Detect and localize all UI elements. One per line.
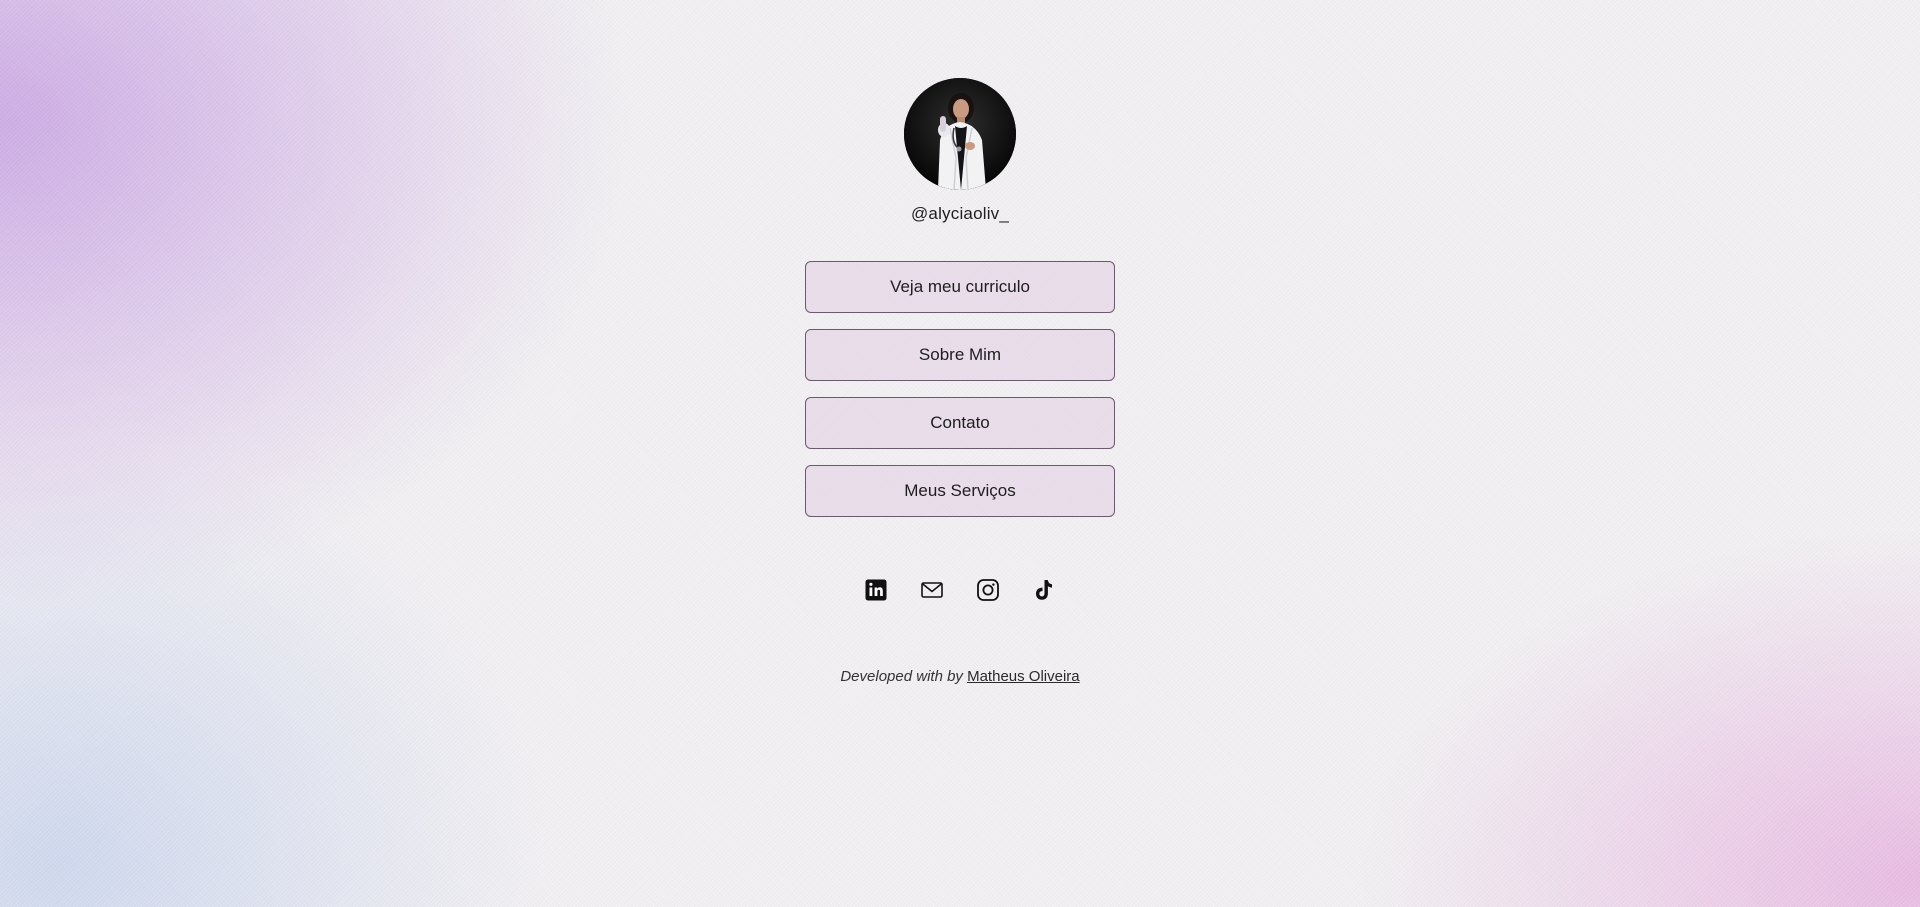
contato-button[interactable]: Contato: [805, 397, 1115, 449]
servicos-button[interactable]: Meus Serviços: [805, 465, 1115, 517]
tiktok-icon[interactable]: [1033, 579, 1055, 601]
link-list: Veja meu curriculo Sobre Mim Contato Meu…: [805, 261, 1115, 517]
sobre-mim-button[interactable]: Sobre Mim: [805, 329, 1115, 381]
profile-handle: @alyciaoliv_: [910, 204, 1010, 223]
footer-prefix: Developed with by: [840, 668, 963, 685]
author-link[interactable]: Matheus Oliveira: [967, 668, 1080, 685]
mail-icon[interactable]: [921, 579, 943, 601]
avatar: [904, 78, 1016, 190]
social-links: [865, 579, 1055, 601]
footer-credit: Developed with by Matheus Oliveira: [840, 668, 1079, 685]
curriculo-button[interactable]: Veja meu curriculo: [805, 261, 1115, 313]
profile-photo: [904, 78, 1016, 190]
linkedin-icon[interactable]: [865, 579, 887, 601]
instagram-icon[interactable]: [977, 579, 999, 601]
linktree-container: @alyciaoliv_ Veja meu curriculo Sobre Mi…: [0, 0, 1920, 685]
